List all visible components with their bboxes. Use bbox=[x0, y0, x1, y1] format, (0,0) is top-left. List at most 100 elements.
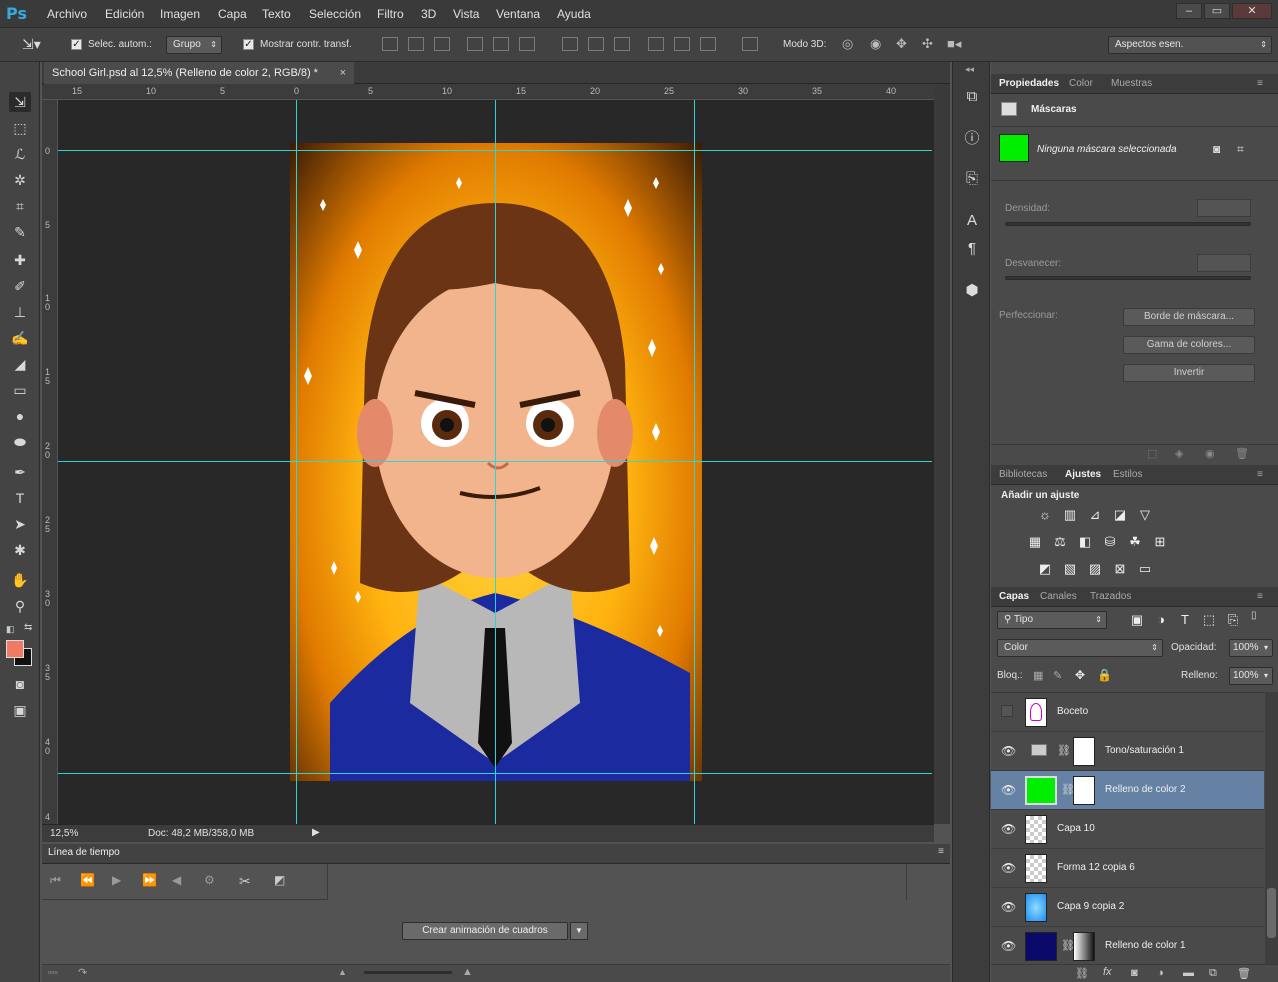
guide-vertical[interactable] bbox=[296, 100, 297, 824]
3d-roll-icon[interactable]: ◉ bbox=[870, 36, 881, 52]
workspace-dropdown[interactable]: Aspectos esen. ⇕ bbox=[1108, 36, 1272, 54]
delete-layer-trash-icon[interactable]: 🗑 bbox=[1237, 967, 1251, 980]
eraser-tool-icon[interactable]: ◢ bbox=[9, 354, 31, 374]
layer-row[interactable]: 👁 Forma 12 copia 6 bbox=[991, 849, 1264, 888]
auto-align-icon[interactable] bbox=[742, 37, 758, 51]
info-icon[interactable]: ⓘ bbox=[961, 128, 983, 150]
distribute-vcenter-icon[interactable] bbox=[588, 37, 604, 51]
timeline-zoom-slider[interactable] bbox=[364, 971, 452, 974]
channel-mixer-icon[interactable]: ☘ bbox=[1127, 535, 1143, 549]
auto-select-checkbox[interactable]: ✓ bbox=[71, 39, 82, 50]
feather-slider[interactable] bbox=[1005, 276, 1251, 280]
marquee-tool-icon[interactable]: ⬚ bbox=[9, 118, 31, 138]
guide-vertical[interactable] bbox=[495, 100, 496, 824]
eye-icon[interactable]: 👁 bbox=[1001, 822, 1016, 836]
close-button[interactable]: ✕ bbox=[1232, 3, 1272, 19]
hue-saturation-icon[interactable]: ▦ bbox=[1027, 535, 1043, 549]
lock-transparent-icon[interactable]: ▦ bbox=[1033, 669, 1043, 682]
clone-stamp-tool-icon[interactable]: ⊥ bbox=[9, 302, 31, 322]
layer-filter-dropdown[interactable]: ⚲ Tipo ⇕ bbox=[997, 611, 1107, 629]
invert-adjustment-icon[interactable]: ◩ bbox=[1037, 562, 1053, 576]
menu-capa[interactable]: Capa bbox=[218, 7, 247, 21]
align-right-icon[interactable] bbox=[519, 37, 535, 51]
status-menu-arrow-icon[interactable]: ▶ bbox=[312, 827, 320, 838]
lock-position-icon[interactable]: ✥ bbox=[1075, 668, 1085, 682]
eye-icon[interactable]: 👁 bbox=[1001, 939, 1016, 953]
layer-mask-thumbnail[interactable] bbox=[1073, 737, 1095, 766]
tab-channels[interactable]: Canales bbox=[1040, 591, 1077, 602]
crop-tool-icon[interactable]: ⌗ bbox=[9, 196, 31, 216]
gradient-tool-icon[interactable]: ▭ bbox=[9, 380, 31, 400]
color-balance-icon[interactable]: ⚖ bbox=[1052, 535, 1068, 549]
layer-row[interactable]: 👁 Capa 10 bbox=[991, 810, 1264, 849]
vibrance-icon[interactable]: ▽ bbox=[1137, 508, 1153, 522]
custom-shape-tool-icon[interactable]: ✱ bbox=[9, 540, 31, 560]
menu-vista[interactable]: Vista bbox=[453, 7, 479, 21]
tab-properties[interactable]: Propiedades bbox=[999, 78, 1059, 89]
hand-tool-icon[interactable]: ✋ bbox=[9, 570, 31, 590]
dodge-tool-icon[interactable]: ⬬ bbox=[9, 432, 31, 452]
3d-cube-icon[interactable]: ⬢ bbox=[961, 280, 983, 302]
distribute-right-icon[interactable] bbox=[700, 37, 716, 51]
paragraph-icon[interactable]: ¶ bbox=[961, 238, 983, 260]
selective-color-icon[interactable]: ⊠ bbox=[1112, 562, 1128, 576]
eye-icon[interactable]: 👁 bbox=[1001, 861, 1016, 875]
filter-toggle-icon[interactable]: ▯ bbox=[1251, 610, 1269, 628]
menu-edicion[interactable]: Edición bbox=[105, 7, 144, 21]
lock-all-icon[interactable]: 🔒 bbox=[1097, 668, 1112, 682]
filter-shape-icon[interactable]: ⬚ bbox=[1201, 613, 1217, 627]
align-vcenter-icon[interactable] bbox=[408, 37, 424, 51]
create-animation-dropdown-arrow-icon[interactable]: ▼ bbox=[570, 922, 588, 940]
eye-icon[interactable]: 👁 bbox=[1001, 744, 1016, 758]
opacity-field[interactable]: 100% ▾ bbox=[1229, 639, 1273, 657]
show-transform-checkbox[interactable]: ✓ bbox=[243, 39, 254, 50]
blur-tool-icon[interactable]: ● bbox=[9, 406, 31, 426]
lasso-tool-icon[interactable]: ℒ bbox=[9, 144, 31, 164]
move-tool-preset-icon[interactable]: ⇲▾ bbox=[22, 36, 41, 53]
3d-pan-icon[interactable]: ✥ bbox=[896, 36, 907, 52]
layer-row[interactable]: 👁 Capa 9 copia 2 bbox=[991, 888, 1264, 927]
photo-filter-icon[interactable]: ⛁ bbox=[1102, 535, 1118, 549]
layer-row-selected[interactable]: 👁 ⛓ Relleno de color 2 bbox=[991, 771, 1264, 810]
align-top-icon[interactable] bbox=[382, 37, 398, 51]
new-layer-icon[interactable]: ⧉ bbox=[1209, 967, 1217, 980]
load-selection-icon[interactable]: ⬚ bbox=[1147, 447, 1157, 460]
timeline-title[interactable]: Línea de tiempo bbox=[48, 847, 120, 858]
exposure-icon[interactable]: ◪ bbox=[1112, 508, 1128, 522]
panel-menu-icon[interactable]: ≡ bbox=[1257, 78, 1263, 89]
density-value-field[interactable] bbox=[1197, 199, 1251, 217]
close-tab-icon[interactable]: × bbox=[340, 62, 346, 84]
brush-tool-icon[interactable]: ✐ bbox=[9, 276, 31, 296]
menu-imagen[interactable]: Imagen bbox=[160, 7, 200, 21]
eyedropper-tool-icon[interactable]: ✎ bbox=[9, 222, 31, 242]
history-icon[interactable]: ⧉ bbox=[961, 86, 983, 108]
delete-mask-trash-icon[interactable]: 🗑 bbox=[1235, 447, 1249, 460]
layer-style-fx-icon[interactable]: fx bbox=[1103, 966, 1112, 978]
menu-seleccion[interactable]: Selección bbox=[309, 7, 361, 21]
panel-menu-icon[interactable]: ≡ bbox=[938, 846, 944, 857]
path-selection-tool-icon[interactable]: ➤ bbox=[9, 514, 31, 534]
align-left-icon[interactable] bbox=[467, 37, 483, 51]
new-group-folder-icon[interactable]: ▬ bbox=[1183, 967, 1194, 979]
posterize-icon[interactable]: ▧ bbox=[1062, 562, 1078, 576]
layer-row[interactable]: 👁 ⛓ Relleno de color 1 bbox=[991, 927, 1264, 966]
layers-scrollbar[interactable] bbox=[1265, 692, 1278, 966]
guide-vertical[interactable] bbox=[694, 100, 695, 824]
zoom-out-timeline-icon[interactable]: ▲ bbox=[338, 967, 347, 977]
feather-value-field[interactable] bbox=[1197, 254, 1251, 272]
move-tool-icon[interactable]: ⇲ bbox=[9, 92, 31, 112]
tab-swatches[interactable]: Muestras bbox=[1111, 78, 1152, 89]
brightness-contrast-icon[interactable]: ☼ bbox=[1037, 508, 1053, 522]
collapse-arrows-icon[interactable]: ◂◂ bbox=[965, 64, 974, 75]
tab-styles[interactable]: Estilos bbox=[1113, 469, 1142, 480]
tab-paths[interactable]: Trazados bbox=[1090, 591, 1131, 602]
tab-libraries[interactable]: Bibliotecas bbox=[999, 469, 1047, 480]
document-tab[interactable]: School Girl.psd al 12,5% (Relleno de col… bbox=[44, 62, 354, 84]
lock-pixels-brush-icon[interactable]: ✎ bbox=[1053, 669, 1062, 682]
document-artwork[interactable] bbox=[290, 143, 702, 781]
quick-selection-tool-icon[interactable]: ✲ bbox=[9, 170, 31, 190]
add-vector-mask-icon[interactable]: ⌗ bbox=[1237, 142, 1244, 157]
3d-orbit-icon[interactable]: ◎ bbox=[842, 36, 853, 52]
minimize-button[interactable]: – bbox=[1176, 3, 1202, 19]
zoom-tool-icon[interactable]: ⚲ bbox=[9, 596, 31, 616]
